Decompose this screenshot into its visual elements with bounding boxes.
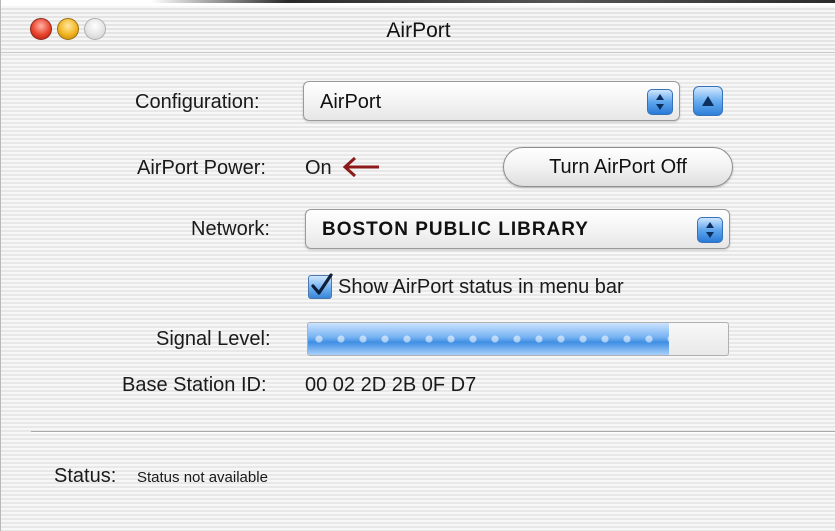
turn-airport-off-button[interactable]: Turn AirPort Off (503, 147, 733, 187)
updown-arrows-icon (697, 217, 723, 243)
base-station-label: Base Station ID: (122, 374, 267, 396)
collapse-button[interactable] (693, 86, 723, 116)
show-status-checkbox[interactable] (308, 273, 333, 299)
checkmark-icon (311, 273, 333, 295)
signal-label: Signal Level: (156, 328, 271, 350)
top-shadow (151, 0, 835, 3)
show-status-label[interactable]: Show AirPort status in menu bar (338, 276, 624, 299)
left-arrow-icon (342, 156, 379, 178)
configuration-popup[interactable]: AirPort (303, 81, 680, 121)
window-title: AirPort (386, 19, 451, 42)
configuration-label: Configuration: (135, 91, 260, 113)
signal-level-meter (307, 322, 729, 356)
network-popup[interactable]: BOSTON PUBLIC LIBRARY (305, 209, 730, 249)
network-value: BOSTON PUBLIC LIBRARY (322, 219, 589, 240)
power-label: AirPort Power: (137, 157, 266, 179)
triangle-up-icon (702, 96, 714, 106)
configuration-value: AirPort (320, 91, 382, 113)
updown-arrows-icon (647, 89, 673, 115)
power-value: On (305, 157, 332, 179)
title-bar[interactable]: AirPort (1, 6, 835, 53)
signal-level-fill (308, 323, 670, 355)
airport-window: AirPort Configuration: AirPort AirPort P… (0, 0, 835, 531)
status-value: Status not available (137, 469, 268, 486)
divider (31, 431, 835, 433)
status-label: Status: (54, 465, 117, 487)
network-label: Network: (191, 218, 270, 240)
base-station-value: 00 02 2D 2B 0F D7 (305, 374, 477, 396)
